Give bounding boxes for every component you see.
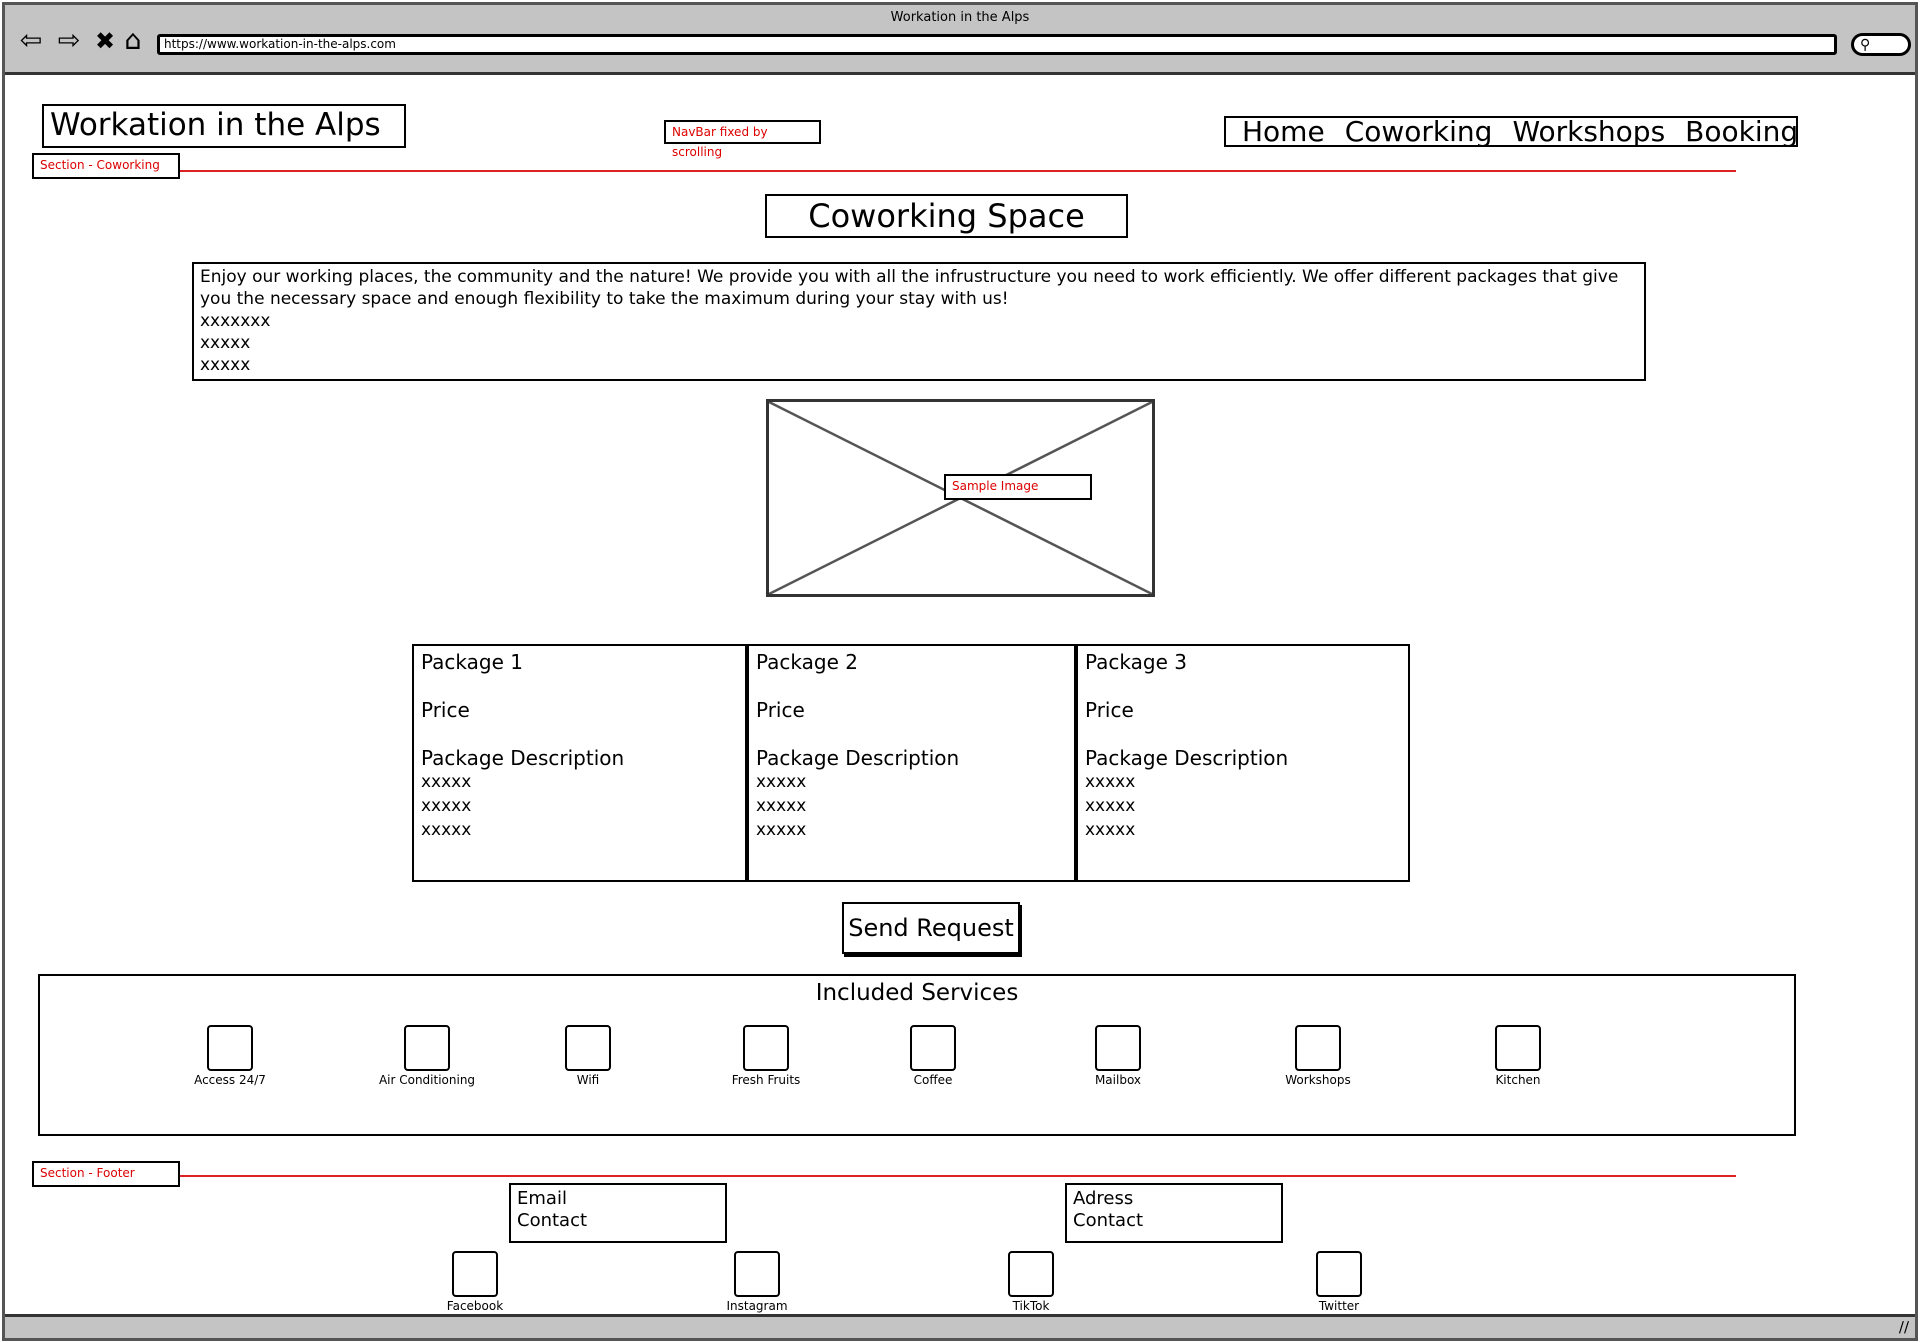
service-access: Access 24/7: [160, 1025, 300, 1087]
service-air-conditioning: Air Conditioning: [357, 1025, 497, 1087]
main-navbar: Home Coworking Workshops Booking: [1224, 115, 1798, 148]
mailbox-icon: [1095, 1025, 1141, 1071]
service-kitchen: Kitchen: [1448, 1025, 1588, 1087]
url-bar[interactable]: https://www.workation-in-the-alps.com: [157, 34, 1837, 55]
package-item: xxxxx: [421, 772, 472, 792]
service-workshops: Workshops: [1248, 1025, 1388, 1087]
send-request-button[interactable]: Send Request: [842, 902, 1020, 954]
window-title: Workation in the Alps: [890, 10, 1030, 25]
coffee-icon: [910, 1025, 956, 1071]
social-label: Twitter: [1318, 1299, 1360, 1313]
browser-search-button[interactable]: ⚲: [1851, 33, 1911, 56]
social-facebook[interactable]: Facebook: [415, 1251, 535, 1313]
navbar-note: NavBar fixed by scrolling: [664, 120, 821, 159]
browser-statusbar: ∕∕: [5, 1314, 1915, 1338]
nav-workshops[interactable]: Workshops: [1512, 115, 1665, 148]
tiktok-icon[interactable]: [1008, 1251, 1054, 1297]
package-item: xxxxx: [1085, 772, 1136, 792]
service-wifi: Wifi: [518, 1025, 658, 1087]
package-item: xxxxx: [421, 820, 472, 840]
service-label: Fresh Fruits: [731, 1073, 801, 1087]
package-card-1[interactable]: Package 1 Price Package Description xxxx…: [412, 644, 747, 882]
social-label: TikTok: [1012, 1299, 1050, 1313]
package-item: xxxxx: [421, 796, 472, 816]
back-arrow-icon[interactable]: ⇦: [17, 27, 45, 55]
package-name: Package 2: [756, 650, 858, 674]
social-label: Instagram: [726, 1299, 788, 1313]
wifi-icon: [565, 1025, 611, 1071]
social-twitter[interactable]: Twitter: [1279, 1251, 1399, 1313]
included-services-panel: Included Services Access 24/7 Air Condit…: [38, 974, 1796, 1136]
service-fresh-fruits: Fresh Fruits: [696, 1025, 836, 1087]
intro-placeholder-1: xxxxxxx: [200, 311, 271, 331]
site-logo[interactable]: Workation in the Alps: [42, 104, 406, 148]
intro-text-box: Enjoy our working places, the community …: [192, 262, 1646, 381]
kitchen-icon: [1495, 1025, 1541, 1071]
nav-home[interactable]: Home: [1242, 115, 1325, 148]
package-item: xxxxx: [1085, 820, 1136, 840]
package-item: xxxxx: [1085, 796, 1136, 816]
package-name: Package 1: [421, 650, 523, 674]
fruit-icon: [743, 1025, 789, 1071]
nav-coworking[interactable]: Coworking: [1345, 115, 1493, 148]
intro-placeholder-2: xxxxx: [200, 333, 251, 353]
address-label: Adress: [1073, 1188, 1134, 1209]
workshop-icon: [1295, 1025, 1341, 1071]
access-icon: [207, 1025, 253, 1071]
service-label: Wifi: [576, 1073, 600, 1087]
section-divider-footer: [180, 1175, 1736, 1177]
sample-image-note: Sample Image: [944, 474, 1092, 500]
browser-titlebar: Workation in the Alps ⇦ ⇨ ✖ ⌂ https://ww…: [5, 5, 1915, 75]
service-label: Access 24/7: [194, 1073, 266, 1087]
package-price: Price: [756, 698, 805, 722]
instagram-icon[interactable]: [734, 1251, 780, 1297]
resize-grip-icon[interactable]: ∕∕: [1899, 1318, 1909, 1336]
section-divider-coworking: [180, 170, 1736, 172]
email-contact-label: Contact: [517, 1210, 588, 1231]
services-title: Included Services: [815, 980, 1019, 1006]
service-mailbox: Mailbox: [1048, 1025, 1188, 1087]
service-label: Kitchen: [1495, 1073, 1541, 1087]
home-icon[interactable]: ⌂: [119, 27, 147, 55]
service-label: Workshops: [1285, 1073, 1351, 1087]
social-tiktok[interactable]: TikTok: [971, 1251, 1091, 1313]
package-item: xxxxx: [756, 796, 807, 816]
address-contact-box[interactable]: Adress Contact: [1065, 1183, 1283, 1243]
service-coffee: Coffee: [863, 1025, 1003, 1087]
section-note-footer: Section - Footer: [32, 1161, 180, 1187]
package-description: Package Description: [421, 746, 625, 770]
intro-text: Enjoy our working places, the community …: [200, 267, 1619, 309]
package-card-2[interactable]: Package 2 Price Package Description xxxx…: [747, 644, 1076, 882]
package-card-3[interactable]: Package 3 Price Package Description xxxx…: [1076, 644, 1410, 882]
page-title: Coworking Space: [765, 194, 1128, 238]
package-description: Package Description: [1085, 746, 1289, 770]
intro-placeholder-3: xxxxx: [200, 355, 251, 375]
search-icon: ⚲: [1860, 37, 1871, 53]
email-contact-box[interactable]: Email Contact: [509, 1183, 727, 1243]
email-label: Email: [517, 1188, 567, 1209]
package-price: Price: [1085, 698, 1134, 722]
social-instagram[interactable]: Instagram: [697, 1251, 817, 1313]
twitter-icon[interactable]: [1316, 1251, 1362, 1297]
address-contact-label: Contact: [1073, 1210, 1144, 1231]
nav-booking[interactable]: Booking: [1685, 115, 1798, 148]
close-icon[interactable]: ✖: [91, 27, 119, 55]
section-note-coworking: Section - Coworking: [32, 153, 180, 179]
facebook-icon[interactable]: [452, 1251, 498, 1297]
forward-arrow-icon[interactable]: ⇨: [55, 27, 83, 55]
package-item: xxxxx: [756, 820, 807, 840]
service-label: Air Conditioning: [378, 1073, 476, 1087]
package-price: Price: [421, 698, 470, 722]
package-name: Package 3: [1085, 650, 1187, 674]
air-conditioning-icon: [404, 1025, 450, 1071]
package-description: Package Description: [756, 746, 960, 770]
package-item: xxxxx: [756, 772, 807, 792]
social-label: Facebook: [446, 1299, 504, 1313]
service-label: Mailbox: [1094, 1073, 1142, 1087]
service-label: Coffee: [913, 1073, 953, 1087]
